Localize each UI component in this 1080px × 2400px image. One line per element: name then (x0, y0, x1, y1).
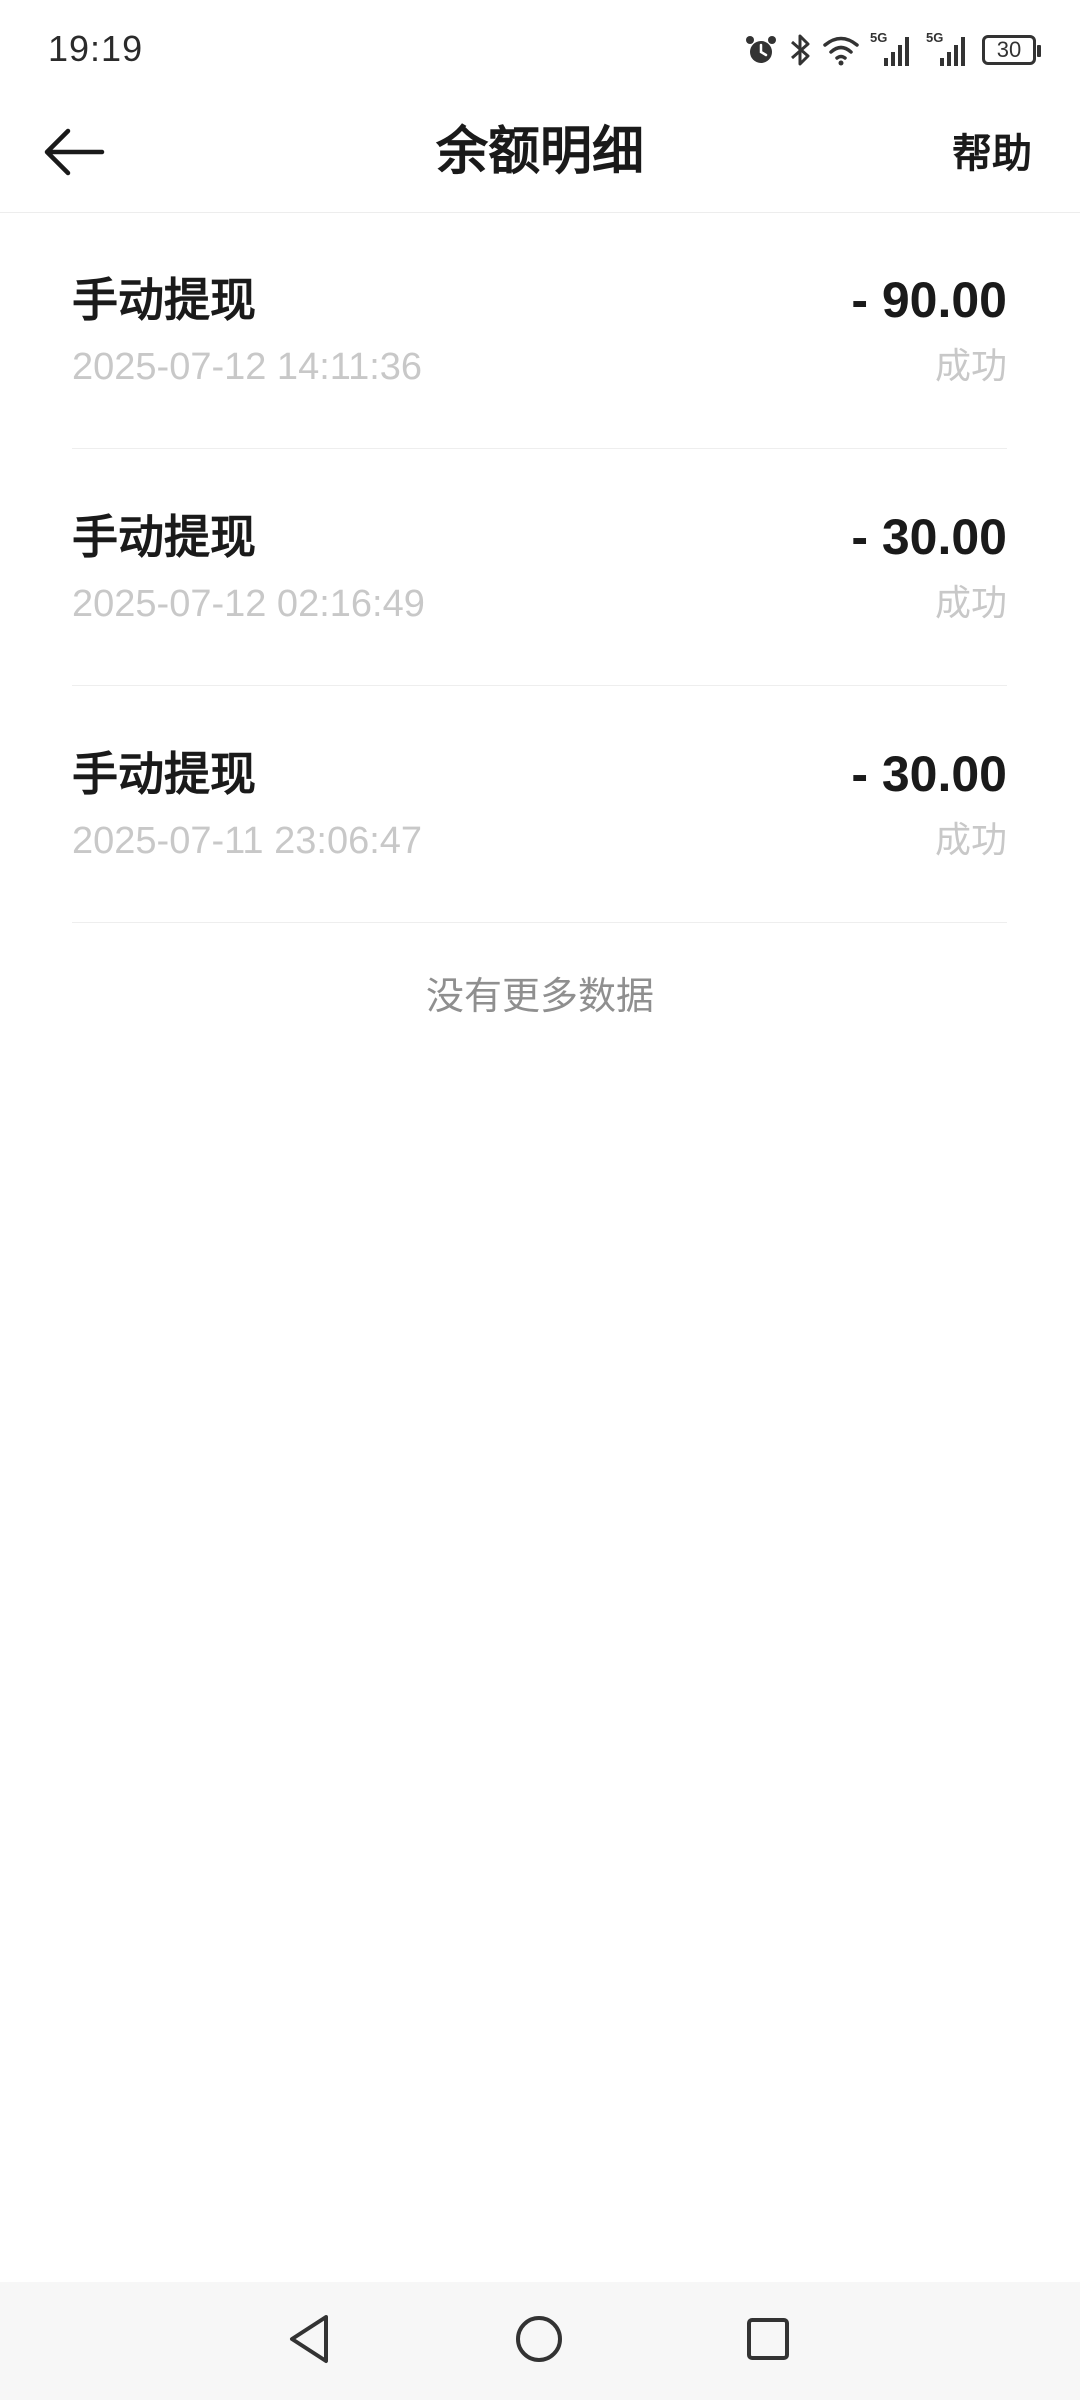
list-item[interactable]: 手动提现 2025-07-12 14:11:36 - 90.00 成功 (72, 212, 1007, 449)
network-label: 5G (870, 30, 888, 45)
list-item[interactable]: 手动提现 2025-07-11 23:06:47 - 30.00 成功 (72, 686, 1007, 923)
header: 余额明细 帮助 (0, 96, 1080, 213)
nav-back-button[interactable] (274, 2306, 344, 2376)
transaction-amount: - 30.00 (851, 509, 1007, 565)
transaction-amount: - 90.00 (851, 272, 1007, 328)
list-item[interactable]: 手动提现 2025-07-12 02:16:49 - 30.00 成功 (72, 449, 1007, 686)
transaction-time: 2025-07-12 14:11:36 (72, 346, 423, 388)
transaction-title: 手动提现 (72, 510, 256, 564)
status-bar: 19:19 5G 5G 30 (0, 0, 1080, 96)
circle-home-icon (513, 2313, 565, 2369)
triangle-back-icon (284, 2312, 334, 2370)
transaction-title: 手动提现 (72, 747, 256, 801)
transaction-time: 2025-07-12 02:16:49 (72, 583, 425, 625)
square-recent-icon (744, 2315, 792, 2367)
list-end-message: 没有更多数据 (425, 974, 654, 1018)
system-nav-bar (0, 2282, 1080, 2400)
status-time: 19:19 (48, 28, 144, 69)
transaction-amount: - 30.00 (851, 746, 1007, 802)
screen: 19:19 5G 5G 30 余额明细 帮助 手动提现 2025-07-12 1… (0, 0, 1080, 2400)
status-icons: 5G 5G 30 (744, 30, 1041, 70)
alarm-icon (744, 33, 778, 67)
network-label: 5G (926, 30, 944, 45)
transaction-time: 2025-07-11 23:06:47 (72, 820, 423, 862)
nav-recent-button[interactable] (733, 2306, 803, 2376)
bluetooth-icon (788, 32, 812, 68)
battery-icon: 30 (982, 35, 1041, 65)
transaction-status: 成功 (934, 583, 1007, 624)
help-button[interactable]: 帮助 (952, 122, 1032, 186)
transaction-status: 成功 (934, 820, 1007, 861)
page-title: 余额明细 (435, 122, 644, 182)
wifi-icon (822, 34, 860, 66)
battery-level: 30 (996, 37, 1022, 62)
transaction-status: 成功 (934, 346, 1007, 387)
signal-5g-icon: 5G (926, 30, 972, 68)
transaction-list: 手动提现 2025-07-12 14:11:36 - 90.00 成功 手动提现… (72, 212, 1007, 923)
signal-5g-icon: 5G (870, 30, 916, 68)
transaction-title: 手动提现 (72, 273, 256, 327)
nav-home-button[interactable] (504, 2306, 574, 2376)
